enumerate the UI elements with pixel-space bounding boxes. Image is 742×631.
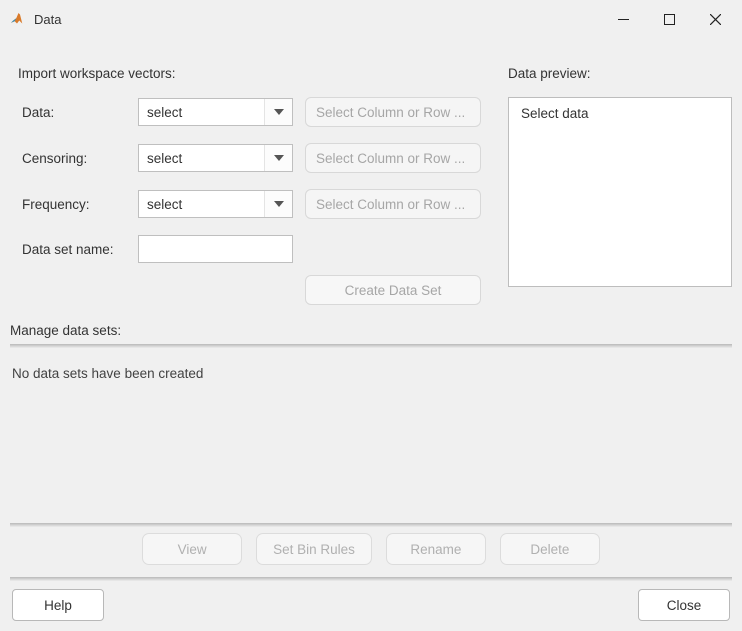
- minimize-icon: [618, 14, 629, 25]
- censoring-select-value: select: [139, 151, 264, 166]
- preview-area: Select data: [508, 97, 732, 287]
- create-dataset-button: Create Data Set: [305, 275, 481, 305]
- dialog-body: Import workspace vectors: Data: select S…: [0, 38, 742, 631]
- preview-heading: Data preview:: [508, 66, 732, 81]
- close-button[interactable]: Close: [638, 589, 730, 621]
- frequency-label: Frequency:: [18, 197, 138, 212]
- data-colrow-button: Select Column or Row ...: [305, 97, 481, 127]
- preview-text: Select data: [521, 106, 589, 121]
- frequency-select-arrow[interactable]: [264, 191, 292, 217]
- censoring-colrow-button: Select Column or Row ...: [305, 143, 481, 173]
- delete-button: Delete: [500, 533, 600, 565]
- chevron-down-icon: [274, 201, 284, 207]
- censoring-select-arrow[interactable]: [264, 145, 292, 171]
- minimize-button[interactable]: [600, 4, 646, 34]
- data-dialog-window: Data Import workspace vectors: Data: sel…: [0, 0, 742, 631]
- frequency-select-value: select: [139, 197, 264, 212]
- set-bin-rules-button: Set Bin Rules: [256, 533, 372, 565]
- view-button: View: [142, 533, 242, 565]
- data-label: Data:: [18, 105, 138, 120]
- dataset-name-label: Data set name:: [18, 242, 138, 257]
- data-select-arrow[interactable]: [264, 99, 292, 125]
- dataset-name-input[interactable]: [138, 235, 293, 263]
- import-heading: Import workspace vectors:: [18, 66, 490, 81]
- frequency-colrow-button: Select Column or Row ...: [305, 189, 481, 219]
- chevron-down-icon: [274, 155, 284, 161]
- chevron-down-icon: [274, 109, 284, 115]
- titlebar: Data: [0, 0, 742, 38]
- help-button[interactable]: Help: [12, 589, 104, 621]
- data-select[interactable]: select: [138, 98, 293, 126]
- window-title: Data: [34, 12, 61, 27]
- datasets-list-area: No data sets have been created: [10, 348, 732, 519]
- close-window-button[interactable]: [692, 4, 738, 34]
- maximize-button[interactable]: [646, 4, 692, 34]
- maximize-icon: [664, 14, 675, 25]
- window-controls: [600, 4, 738, 34]
- datasets-empty-text: No data sets have been created: [12, 366, 203, 381]
- censoring-label: Censoring:: [18, 151, 138, 166]
- frequency-select[interactable]: select: [138, 190, 293, 218]
- rename-button: Rename: [386, 533, 486, 565]
- manage-heading: Manage data sets:: [10, 323, 121, 338]
- matlab-icon: [8, 10, 26, 28]
- close-icon: [710, 14, 721, 25]
- data-select-value: select: [139, 105, 264, 120]
- censoring-select[interactable]: select: [138, 144, 293, 172]
